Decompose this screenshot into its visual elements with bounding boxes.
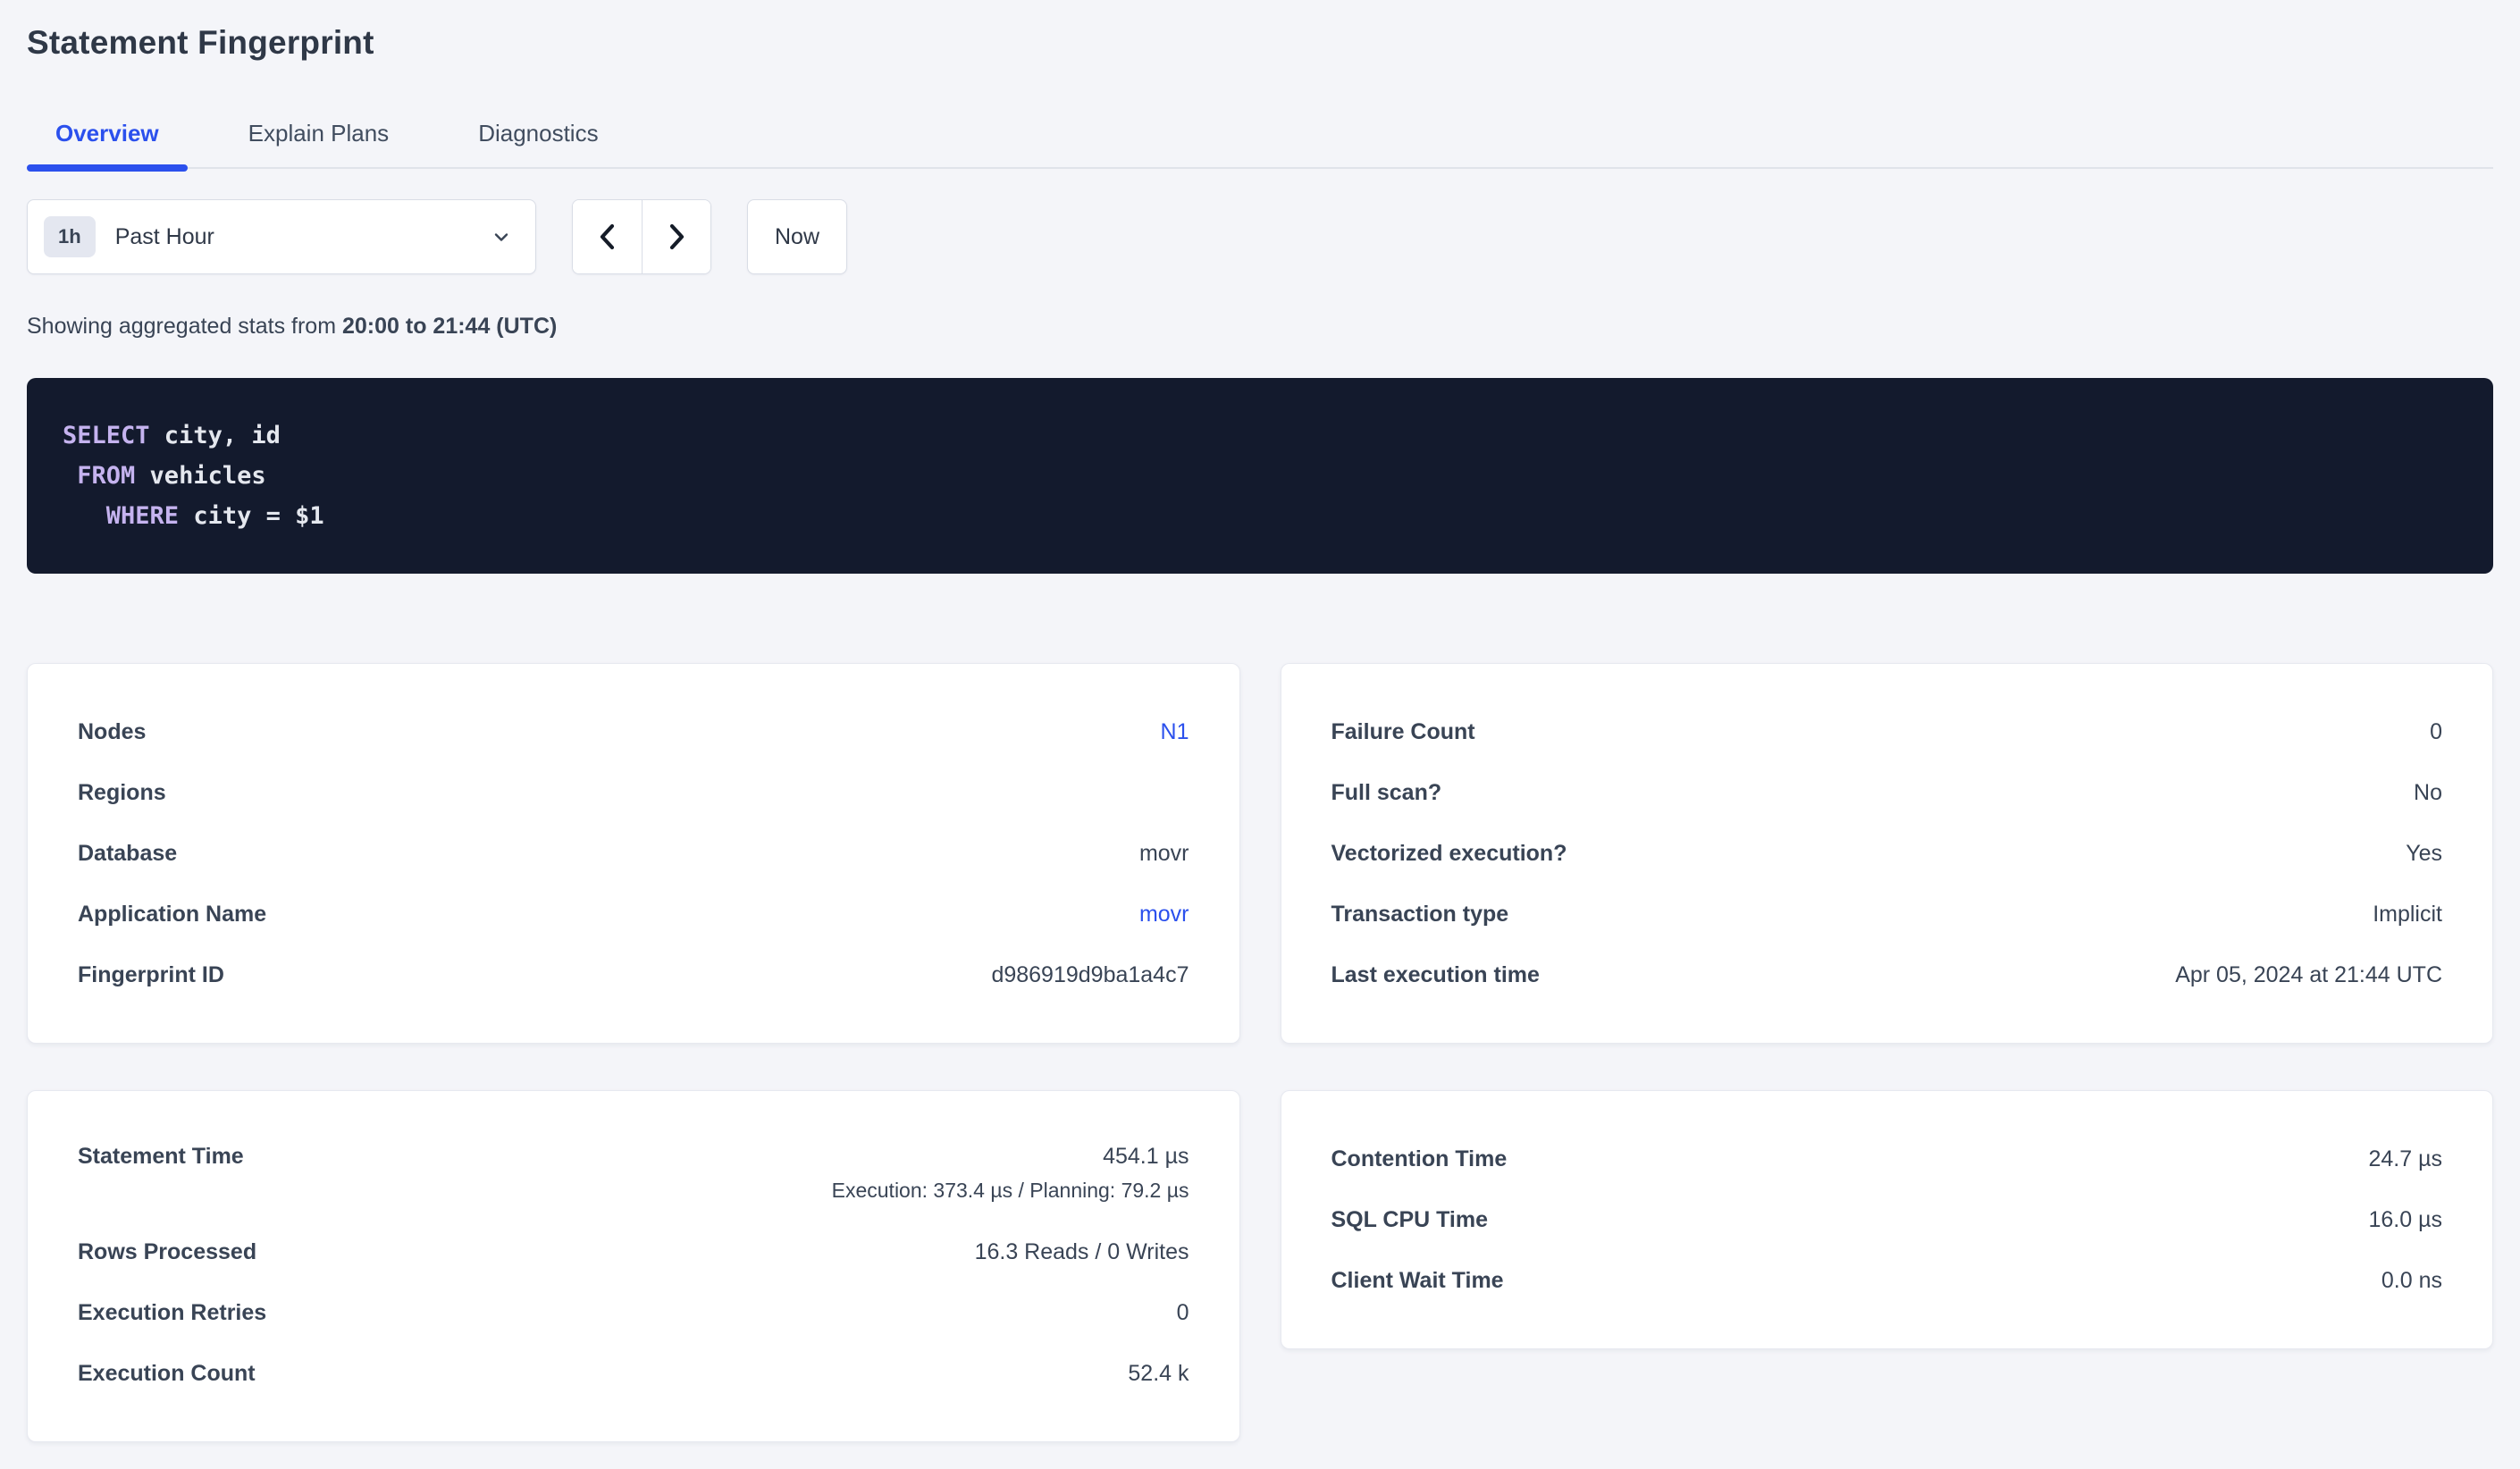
application-name-link[interactable]: movr — [1139, 902, 1189, 928]
stat-label: Last execution time — [1331, 962, 1540, 988]
stat-label: Vectorized execution? — [1331, 841, 1567, 867]
stat-row-vectorized-execution: Vectorized execution? Yes — [1331, 823, 2443, 884]
stat-value: Yes — [2406, 841, 2442, 867]
stat-value: 16.0 µs — [2368, 1207, 2442, 1233]
stat-value: 454.1 µs — [1103, 1144, 1189, 1170]
stat-row-failure-count: Failure Count 0 — [1331, 701, 2443, 762]
stat-row-database: Database movr — [78, 823, 1189, 884]
stat-value: 0 — [1177, 1300, 1189, 1326]
time-range-dropdown[interactable]: 1h Past Hour — [27, 199, 536, 274]
stats-cards-grid: Nodes N1 Regions Database movr Applicati… — [27, 663, 2493, 1469]
tab-overview[interactable]: Overview — [27, 107, 188, 167]
stat-value: No — [2414, 780, 2442, 806]
stat-row-rows-processed: Rows Processed 16.3 Reads / 0 Writes — [78, 1221, 1189, 1282]
tab-bar: Overview Explain Plans Diagnostics — [27, 107, 2493, 169]
stat-value: 52.4 k — [1128, 1361, 1189, 1387]
sql-statement-box: SELECT city, id FROM vehicles WHERE city… — [27, 378, 2493, 574]
stat-row-statement-time: Statement Time 454.1 µs Execution: 373.4… — [78, 1129, 1189, 1221]
stat-label: Application Name — [78, 902, 266, 928]
time-range-badge: 1h — [44, 216, 96, 257]
stat-label: Transaction type — [1331, 902, 1509, 928]
stat-value: Apr 05, 2024 at 21:44 UTC — [2175, 962, 2442, 988]
stat-value: movr — [1139, 841, 1189, 867]
statement-fingerprint-page: Statement Fingerprint Overview Explain P… — [0, 0, 2520, 1469]
stat-row-full-scan: Full scan? No — [1331, 762, 2443, 823]
now-button[interactable]: Now — [747, 199, 847, 274]
aggregated-stats-caption: Showing aggregated stats from 20:00 to 2… — [27, 312, 2493, 340]
stat-label: Full scan? — [1331, 780, 1442, 806]
stat-row-nodes: Nodes N1 — [78, 701, 1189, 762]
execution-attributes-card: Failure Count 0 Full scan? No Vectorized… — [1281, 663, 2494, 1044]
tab-explain-plans-label: Explain Plans — [248, 120, 390, 147]
stat-label: Failure Count — [1331, 719, 1475, 745]
stat-row-client-wait-time: Client Wait Time 0.0 ns — [1331, 1250, 2443, 1311]
time-range-label: Past Hour — [115, 224, 491, 250]
stat-label: Contention Time — [1331, 1146, 1508, 1172]
stat-label: Execution Count — [78, 1361, 256, 1387]
stat-label: Rows Processed — [78, 1239, 256, 1265]
stat-subvalue: Execution: 373.4 µs / Planning: 79.2 µs — [832, 1179, 1189, 1203]
chevron-down-icon — [491, 226, 512, 248]
stat-label: Nodes — [78, 719, 146, 745]
caption-time-range: 20:00 to 21:44 (UTC) — [342, 314, 557, 339]
stat-label: Fingerprint ID — [78, 962, 224, 988]
previous-interval-button[interactable] — [573, 200, 642, 273]
stat-row-execution-count: Execution Count 52.4 k — [78, 1343, 1189, 1404]
stat-row-last-execution-time: Last execution time Apr 05, 2024 at 21:4… — [1331, 944, 2443, 1005]
stat-value: 24.7 µs — [2368, 1146, 2442, 1172]
tab-diagnostics[interactable]: Diagnostics — [449, 107, 626, 167]
time-picker-toolbar: 1h Past Hour — [27, 199, 2493, 274]
stat-row-regions: Regions — [78, 762, 1189, 823]
stat-value: 16.3 Reads / 0 Writes — [975, 1239, 1189, 1265]
stat-label: Execution Retries — [78, 1300, 266, 1326]
stat-label: SQL CPU Time — [1331, 1207, 1489, 1233]
wait-times-card: Contention Time 24.7 µs SQL CPU Time 16.… — [1281, 1090, 2494, 1349]
caption-prefix: Showing aggregated stats from — [27, 314, 342, 339]
stat-row-execution-retries: Execution Retries 0 — [78, 1282, 1189, 1343]
stat-value: d986919d9ba1a4c7 — [991, 962, 1189, 988]
chevron-right-icon — [663, 222, 690, 252]
tab-overview-label: Overview — [55, 120, 159, 147]
stat-row-fingerprint-id: Fingerprint ID d986919d9ba1a4c7 — [78, 944, 1189, 1005]
nodes-link[interactable]: N1 — [1161, 719, 1189, 745]
page-title: Statement Fingerprint — [27, 21, 2493, 64]
next-interval-button[interactable] — [642, 200, 710, 273]
tab-diagnostics-label: Diagnostics — [478, 120, 598, 147]
stat-row-contention-time: Contention Time 24.7 µs — [1331, 1129, 2443, 1189]
stat-value: 0 — [2430, 719, 2442, 745]
sql-line: SELECT city, id — [63, 416, 2457, 456]
stat-value: Implicit — [2373, 902, 2442, 928]
stat-row-application-name: Application Name movr — [78, 884, 1189, 944]
stat-label: Regions — [78, 780, 166, 806]
stat-label: Statement Time — [78, 1144, 244, 1170]
chevron-left-icon — [594, 222, 621, 252]
stat-row-sql-cpu-time: SQL CPU Time 16.0 µs — [1331, 1189, 2443, 1250]
tab-explain-plans[interactable]: Explain Plans — [220, 107, 418, 167]
stat-row-transaction-type: Transaction type Implicit — [1331, 884, 2443, 944]
statement-time-values: 454.1 µs Execution: 373.4 µs / Planning:… — [832, 1144, 1189, 1203]
overview-details-card: Nodes N1 Regions Database movr Applicati… — [27, 663, 1240, 1044]
sql-line: WHERE city = $1 — [63, 496, 2457, 536]
stat-label: Database — [78, 841, 177, 867]
statement-timing-card: Statement Time 454.1 µs Execution: 373.4… — [27, 1090, 1240, 1442]
stat-value: 0.0 ns — [2381, 1268, 2442, 1294]
stat-label: Client Wait Time — [1331, 1268, 1504, 1294]
time-step-buttons — [572, 199, 711, 274]
sql-line: FROM vehicles — [63, 456, 2457, 496]
